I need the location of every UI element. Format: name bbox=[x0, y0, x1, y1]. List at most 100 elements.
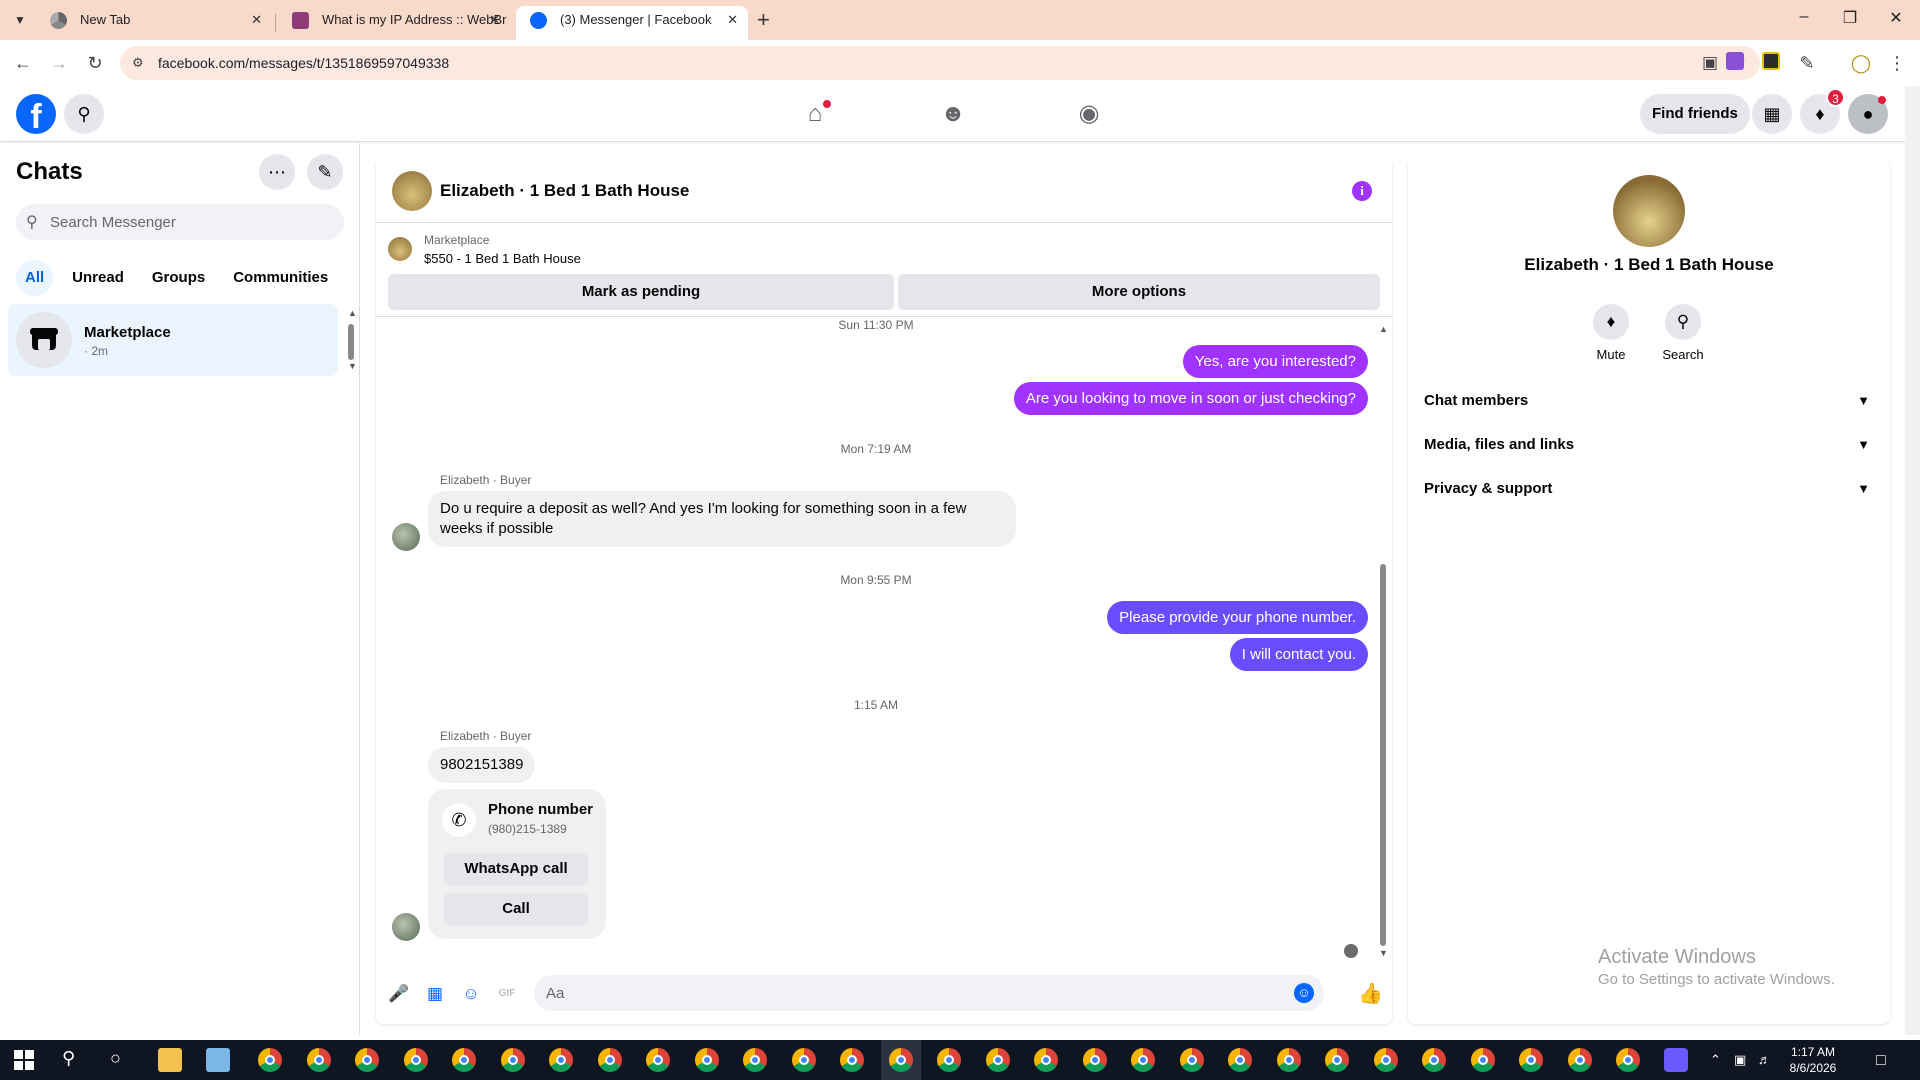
message-input[interactable]: ☺ bbox=[534, 975, 1324, 1011]
call-button[interactable]: Call bbox=[444, 893, 588, 925]
sticker-icon[interactable]: ☺ bbox=[460, 983, 482, 1005]
info-icon[interactable]: i bbox=[1352, 181, 1372, 201]
groups-icon[interactable]: ◉ bbox=[1071, 96, 1107, 132]
chrome-taskbar-icon[interactable] bbox=[1131, 1048, 1155, 1072]
filter-all[interactable]: All bbox=[16, 260, 54, 296]
chrome-taskbar-icon[interactable] bbox=[1325, 1048, 1349, 1072]
scroll-up-arrow[interactable]: ▲ bbox=[348, 308, 357, 318]
listing-title[interactable]: $550 - 1 Bed 1 Bath House bbox=[424, 251, 581, 266]
chat-options-button[interactable]: ⋯ bbox=[259, 154, 295, 190]
close-window-button[interactable]: ✕ bbox=[1873, 8, 1919, 28]
url-text[interactable]: facebook.com/messages/t/1351869597049338 bbox=[158, 55, 449, 71]
close-icon[interactable]: ✕ bbox=[727, 6, 738, 34]
profile-icon[interactable]: ◯ bbox=[1848, 50, 1874, 76]
browser-menu-icon[interactable]: ⋮ bbox=[1884, 50, 1910, 76]
outgoing-message[interactable]: Please provide your phone number. bbox=[1107, 601, 1368, 634]
file-explorer-icon[interactable] bbox=[158, 1048, 182, 1072]
extensions-puzzle-icon[interactable]: ✎ bbox=[1794, 50, 1820, 76]
chats-scrollbar[interactable] bbox=[348, 324, 354, 360]
minimize-button[interactable]: – bbox=[1781, 8, 1827, 26]
chrome-taskbar-icon[interactable] bbox=[646, 1048, 670, 1072]
chrome-taskbar-icon[interactable] bbox=[1519, 1048, 1543, 1072]
facebook-logo-icon[interactable]: f bbox=[16, 94, 56, 134]
install-app-icon[interactable]: ▣ bbox=[1702, 53, 1718, 73]
chrome-taskbar-icon[interactable] bbox=[355, 1048, 379, 1072]
outgoing-message[interactable]: Yes, are you interested? bbox=[1182, 345, 1368, 378]
chrome-taskbar-icon[interactable] bbox=[695, 1048, 719, 1072]
windows-start-icon[interactable] bbox=[14, 1050, 34, 1070]
extension-icon[interactable] bbox=[1726, 52, 1744, 70]
search-icon[interactable]: ⚲ bbox=[1665, 304, 1701, 340]
system-clock[interactable]: 1:17 AM 8/6/2026 bbox=[1778, 1044, 1848, 1076]
chrome-taskbar-icon[interactable] bbox=[258, 1048, 282, 1072]
chrome-taskbar-icon[interactable] bbox=[452, 1048, 476, 1072]
scroll-down-arrow[interactable]: ▼ bbox=[348, 361, 357, 371]
bell-icon[interactable]: ♦ bbox=[1593, 304, 1629, 340]
chat-list-item[interactable]: Marketplace · 2m bbox=[8, 304, 338, 376]
find-friends-button[interactable]: Find friends bbox=[1640, 94, 1750, 134]
new-message-button[interactable]: ✎ bbox=[307, 154, 343, 190]
tab-new-tab[interactable]: New Tab ✕ bbox=[36, 6, 272, 40]
privacy-support-section[interactable]: Privacy & support ▼ bbox=[1416, 467, 1882, 511]
chrome-taskbar-icon[interactable] bbox=[1034, 1048, 1058, 1072]
attach-image-icon[interactable]: ▦ bbox=[424, 983, 446, 1005]
fb-search-button[interactable]: ⚲ bbox=[64, 94, 104, 134]
message-text-input[interactable] bbox=[546, 975, 1266, 1011]
filter-communities[interactable]: Communities bbox=[224, 260, 337, 296]
conversation-scrollbar[interactable] bbox=[1380, 564, 1386, 946]
scroll-up-arrow[interactable]: ▲ bbox=[1379, 324, 1388, 334]
microphone-icon[interactable]: 🎤 bbox=[388, 983, 410, 1005]
back-button[interactable]: ← bbox=[10, 50, 36, 76]
more-options-button[interactable]: More options bbox=[898, 274, 1380, 310]
chrome-taskbar-icon[interactable] bbox=[549, 1048, 573, 1072]
chat-members-section[interactable]: Chat members ▼ bbox=[1416, 379, 1882, 423]
menu-grid-button[interactable]: ▦ bbox=[1752, 94, 1792, 134]
listing-thumbnail[interactable] bbox=[388, 237, 412, 261]
sender-avatar[interactable] bbox=[392, 523, 420, 551]
outgoing-message[interactable]: I will contact you. bbox=[1229, 638, 1368, 671]
network-icon[interactable]: ▣ bbox=[1734, 1052, 1746, 1068]
media-files-links-section[interactable]: Media, files and links ▼ bbox=[1416, 423, 1882, 467]
tab-ip-address[interactable]: What is my IP Address :: WebBr ✕ bbox=[278, 6, 510, 40]
show-hidden-icons[interactable]: ⌃ bbox=[1710, 1052, 1721, 1068]
tab-search-button[interactable]: ▼ bbox=[10, 10, 30, 30]
forward-button[interactable]: → bbox=[46, 50, 72, 76]
chrome-taskbar-icon[interactable] bbox=[1277, 1048, 1301, 1072]
chrome-taskbar-icon[interactable] bbox=[840, 1048, 864, 1072]
incoming-message[interactable]: Do u require a deposit as well? And yes … bbox=[428, 491, 1016, 547]
conversation-avatar[interactable] bbox=[392, 171, 432, 211]
gif-icon[interactable]: GIF bbox=[496, 983, 518, 1005]
chrome-taskbar-icon[interactable] bbox=[1422, 1048, 1446, 1072]
chrome-taskbar-icon[interactable] bbox=[792, 1048, 816, 1072]
new-tab-button[interactable]: + bbox=[757, 6, 770, 34]
chrome-taskbar-icon[interactable] bbox=[1228, 1048, 1252, 1072]
chrome-taskbar-icon[interactable] bbox=[1471, 1048, 1495, 1072]
search-icon[interactable]: ⚲ bbox=[62, 1048, 75, 1069]
address-bar[interactable]: ⚙ facebook.com/messages/t/13518695970493… bbox=[120, 46, 1760, 80]
conversation-title[interactable]: Elizabeth · 1 Bed 1 Bath House bbox=[440, 181, 689, 201]
restore-button[interactable]: ❐ bbox=[1827, 8, 1873, 28]
contact-avatar[interactable] bbox=[1613, 175, 1685, 247]
filter-unread[interactable]: Unread bbox=[63, 260, 133, 296]
chrome-taskbar-icon[interactable] bbox=[1180, 1048, 1204, 1072]
volume-icon[interactable]: ♬ bbox=[1758, 1052, 1771, 1067]
messenger-search-input[interactable] bbox=[50, 204, 330, 240]
messenger-search[interactable]: ⚲ bbox=[16, 204, 344, 240]
filter-groups[interactable]: Groups bbox=[143, 260, 214, 296]
sender-avatar[interactable] bbox=[392, 913, 420, 941]
chrome-taskbar-icon[interactable] bbox=[937, 1048, 961, 1072]
chrome-taskbar-icon[interactable] bbox=[1616, 1048, 1640, 1072]
tab-messenger[interactable]: (3) Messenger | Facebook ✕ bbox=[516, 6, 748, 40]
close-icon[interactable]: ✕ bbox=[251, 6, 262, 34]
thumbs-up-icon[interactable]: 👍 bbox=[1358, 983, 1383, 1005]
scroll-down-arrow[interactable]: ▼ bbox=[1379, 948, 1388, 958]
whatsapp-call-button[interactable]: WhatsApp call bbox=[444, 853, 588, 885]
screen-app-icon[interactable] bbox=[1664, 1048, 1688, 1072]
chrome-taskbar-icon[interactable] bbox=[889, 1048, 913, 1072]
incoming-message[interactable]: 9802151389 bbox=[428, 747, 536, 783]
site-info-icon[interactable]: ⚙ bbox=[132, 55, 144, 71]
outgoing-message[interactable]: Are you looking to move in soon or just … bbox=[1013, 382, 1368, 415]
mute-action[interactable]: ♦ Mute bbox=[1576, 304, 1646, 362]
chrome-taskbar-icon[interactable] bbox=[404, 1048, 428, 1072]
reload-button[interactable]: ↻ bbox=[82, 50, 108, 76]
